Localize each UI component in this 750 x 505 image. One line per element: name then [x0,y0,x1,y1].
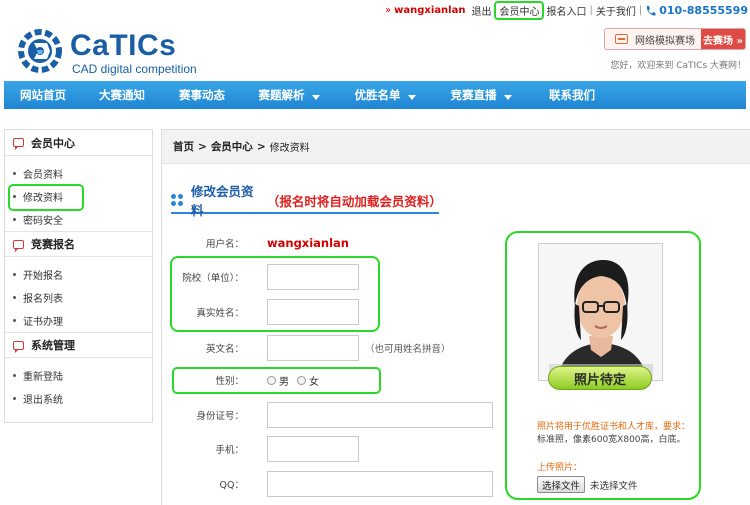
gender-label: 性别： [215,376,244,387]
upload-photo-label: 上传照片： [537,463,583,473]
username-label: 用户名： [205,239,244,250]
nav-notice[interactable]: 大赛通知 [82,81,162,109]
section-title: 修改会员资料 （报名时将自动加载会员资料） [171,184,442,218]
main-content: 首页 > 会员中心 > 修改资料 修改会员资料 （报名时将自动加载会员资料） 用… [161,129,750,505]
nav-news[interactable]: 赛事动态 [162,81,242,109]
sim-arena-label: 网络模拟赛场 [635,35,695,47]
page: » wangxianlan 退出 会员中心 报名入口 | 关于我们 | 010-… [0,0,750,505]
welcome-text: 您好，欢迎来到 CaTICs 大赛网！ [610,61,746,71]
sidebar-group-system: 系统管理 [5,332,152,358]
realname-label: 真实姓名： [196,308,244,319]
logo-subtitle: CAD digital competition [72,62,197,76]
chat-bubble-icon [13,239,24,252]
sidebar-item-logout[interactable]: 退出系统 [5,387,152,410]
realname-input[interactable] [267,299,359,325]
username-value: wangxianlan [267,236,349,250]
main-nav: 网站首页 大赛通知 赛事动态 赛题解析 优胜名单 竞赛直播 联系我们 [4,81,746,109]
chat-bubble-icon [13,138,24,150]
caret-down-icon [407,94,416,100]
qq-label: QQ： [219,480,244,491]
nav-contact[interactable]: 联系我们 [528,81,616,109]
sidebar-item-signup-list[interactable]: 报名列表 [5,286,152,309]
breadcrumb-home[interactable]: 首页 [173,139,194,154]
breadcrumb-member[interactable]: 会员中心 [211,139,253,154]
gender-male-label: 男 [279,376,289,388]
photo-pending-badge: 照片待定 [548,366,652,390]
nav-analysis[interactable]: 赛题解析 [242,81,336,109]
english-name-label: 英文名： [205,344,244,355]
sidebar-item-start-signup[interactable]: 开始报名 [5,263,152,286]
top-bar: » wangxianlan 退出 会员中心 报名入口 | 关于我们 | 010-… [0,0,750,21]
gender-male-radio[interactable] [267,375,276,385]
sidebar-item-password[interactable]: 密码安全 [5,208,152,231]
idcard-input[interactable] [267,402,493,428]
nav-live[interactable]: 竞赛直播 [434,81,528,109]
sidebar: 会员中心 会员资料 修改资料 密码安全 竞赛报名 开始报名 报名列表 证书办理 … [4,129,153,423]
portrait-placeholder-icon [539,244,662,380]
signup-entry-link[interactable]: 报名入口 [546,3,586,18]
nav-home[interactable]: 网站首页 [4,81,82,109]
photo-panel: 照片待定 照片将用于优胜证书和人才库，要求： 标准照，像素600宽X800高，白… [505,231,701,500]
caret-down-icon [311,94,320,100]
sidebar-group-signup: 竞赛报名 [5,231,152,257]
sidebar-item-certificate[interactable]: 证书办理 [5,309,152,332]
member-center-link[interactable]: 会员中心 [494,1,545,20]
qq-input[interactable] [267,471,493,497]
school-label: 院校（单位）： [182,273,244,284]
phone-number: 010-88555599 [645,4,748,17]
caret-down-icon [503,94,512,100]
logo-name: CaTICs [70,29,177,62]
idcard-label: 身份证号： [196,411,244,422]
dots-icon [171,194,183,206]
chat-bubble-icon [13,340,24,353]
school-input[interactable] [267,264,359,290]
monitor-icon [615,34,628,44]
logout-link[interactable]: 退出 [471,3,491,18]
file-status: 未选择文件 [590,480,638,492]
mobile-input[interactable] [267,436,359,462]
username-link[interactable]: wangxianlan [394,5,465,16]
sidebar-group-member: 会员中心 [5,130,152,156]
site-logo[interactable]: CaTICs CAD digital competition [14,24,244,78]
gear-logo-icon [18,29,62,73]
about-link[interactable]: 关于我们 [596,3,636,18]
raquo-icon: » [385,5,392,16]
sidebar-item-relogin[interactable]: 重新登陆 [5,364,152,387]
phone-icon [647,5,656,16]
english-name-input[interactable] [267,335,359,361]
english-name-hint: （也可用姓名拼音） [365,344,451,355]
profile-photo [538,243,663,381]
sim-arena-button[interactable]: 网络模拟赛场 去赛场 » [604,28,746,50]
go-arena-button[interactable]: 去赛场 » [701,29,745,49]
breadcrumb: 首页 > 会员中心 > 修改资料 [162,130,750,164]
gender-female-label: 女 [309,376,319,388]
choose-file-button[interactable]: 选择文件 [537,476,586,493]
nav-winners[interactable]: 优胜名单 [336,81,434,109]
sidebar-item-member-profile[interactable]: 会员资料 [5,162,152,185]
mobile-label: 手机： [215,445,244,456]
gender-female-radio[interactable] [297,375,306,385]
breadcrumb-current: 修改资料 [269,143,310,154]
sidebar-item-edit-profile[interactable]: 修改资料 [5,185,152,208]
photo-requirement-note: 照片将用于优胜证书和人才库，要求： 标准照，像素600宽X800高，白底。 [537,422,691,445]
